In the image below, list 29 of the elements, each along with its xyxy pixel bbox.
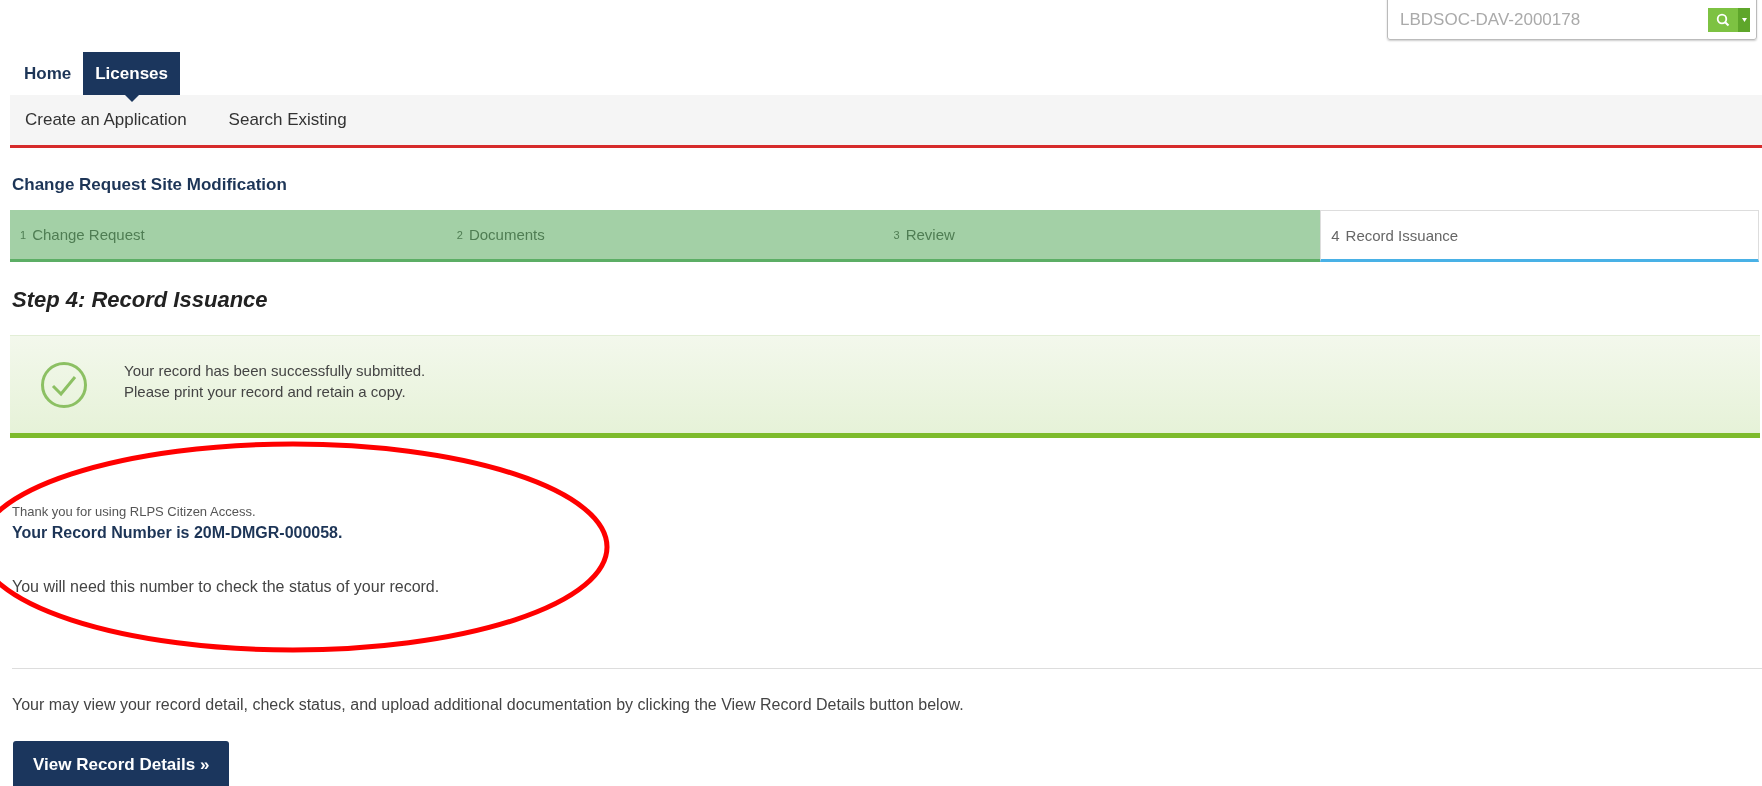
status-note: You will need this number to check the status of your record. — [12, 578, 441, 596]
search-field[interactable]: LBDSOC-DAV-2000178 — [1398, 9, 1708, 31]
check-circle-icon — [40, 360, 88, 409]
nav-tab[interactable]: Home — [12, 52, 84, 95]
step-number: 3 — [893, 228, 900, 241]
search-icon — [1716, 13, 1730, 27]
tab-pointer — [124, 95, 139, 102]
thank-you-text: Thank you for using RLPS Citizen Access. — [12, 504, 257, 519]
caret-icon — [1741, 18, 1747, 22]
step-label: Record Issuance — [1345, 226, 1459, 244]
step-label: Documents — [468, 226, 545, 243]
dropdown-button[interactable] — [1738, 8, 1750, 32]
record-number: Your Record Number is 20M-DMGR-000058. — [12, 524, 344, 542]
success-message: Your record has been successfully submitted. — [124, 360, 426, 381]
page-title: Change Request Site Modification — [12, 175, 288, 195]
step-heading: Step 4: Record Issuance — [12, 287, 269, 313]
search-button[interactable] — [1708, 8, 1738, 32]
subnav-link[interactable]: Create an Application — [25, 110, 187, 130]
search-bar[interactable]: LBDSOC-DAV-2000178 — [1387, 0, 1757, 40]
view-record-details-button[interactable]: View Record Details » — [13, 741, 230, 786]
nav-tab[interactable]: Licenses — [83, 52, 180, 95]
step-number: 2 — [456, 228, 463, 241]
success-message: Please print your record and retain a copy. — [124, 381, 407, 402]
step-label: Change Request — [32, 226, 145, 243]
step-number: 1 — [20, 228, 27, 241]
info-text: Your may view your record detail, check status, and upload additional documentation by clicking the View Record Details button below. — [12, 696, 965, 714]
step-label: Review — [905, 226, 955, 243]
step-number: 4 — [1331, 226, 1340, 244]
subnav-link[interactable]: Search Existing — [228, 110, 347, 130]
